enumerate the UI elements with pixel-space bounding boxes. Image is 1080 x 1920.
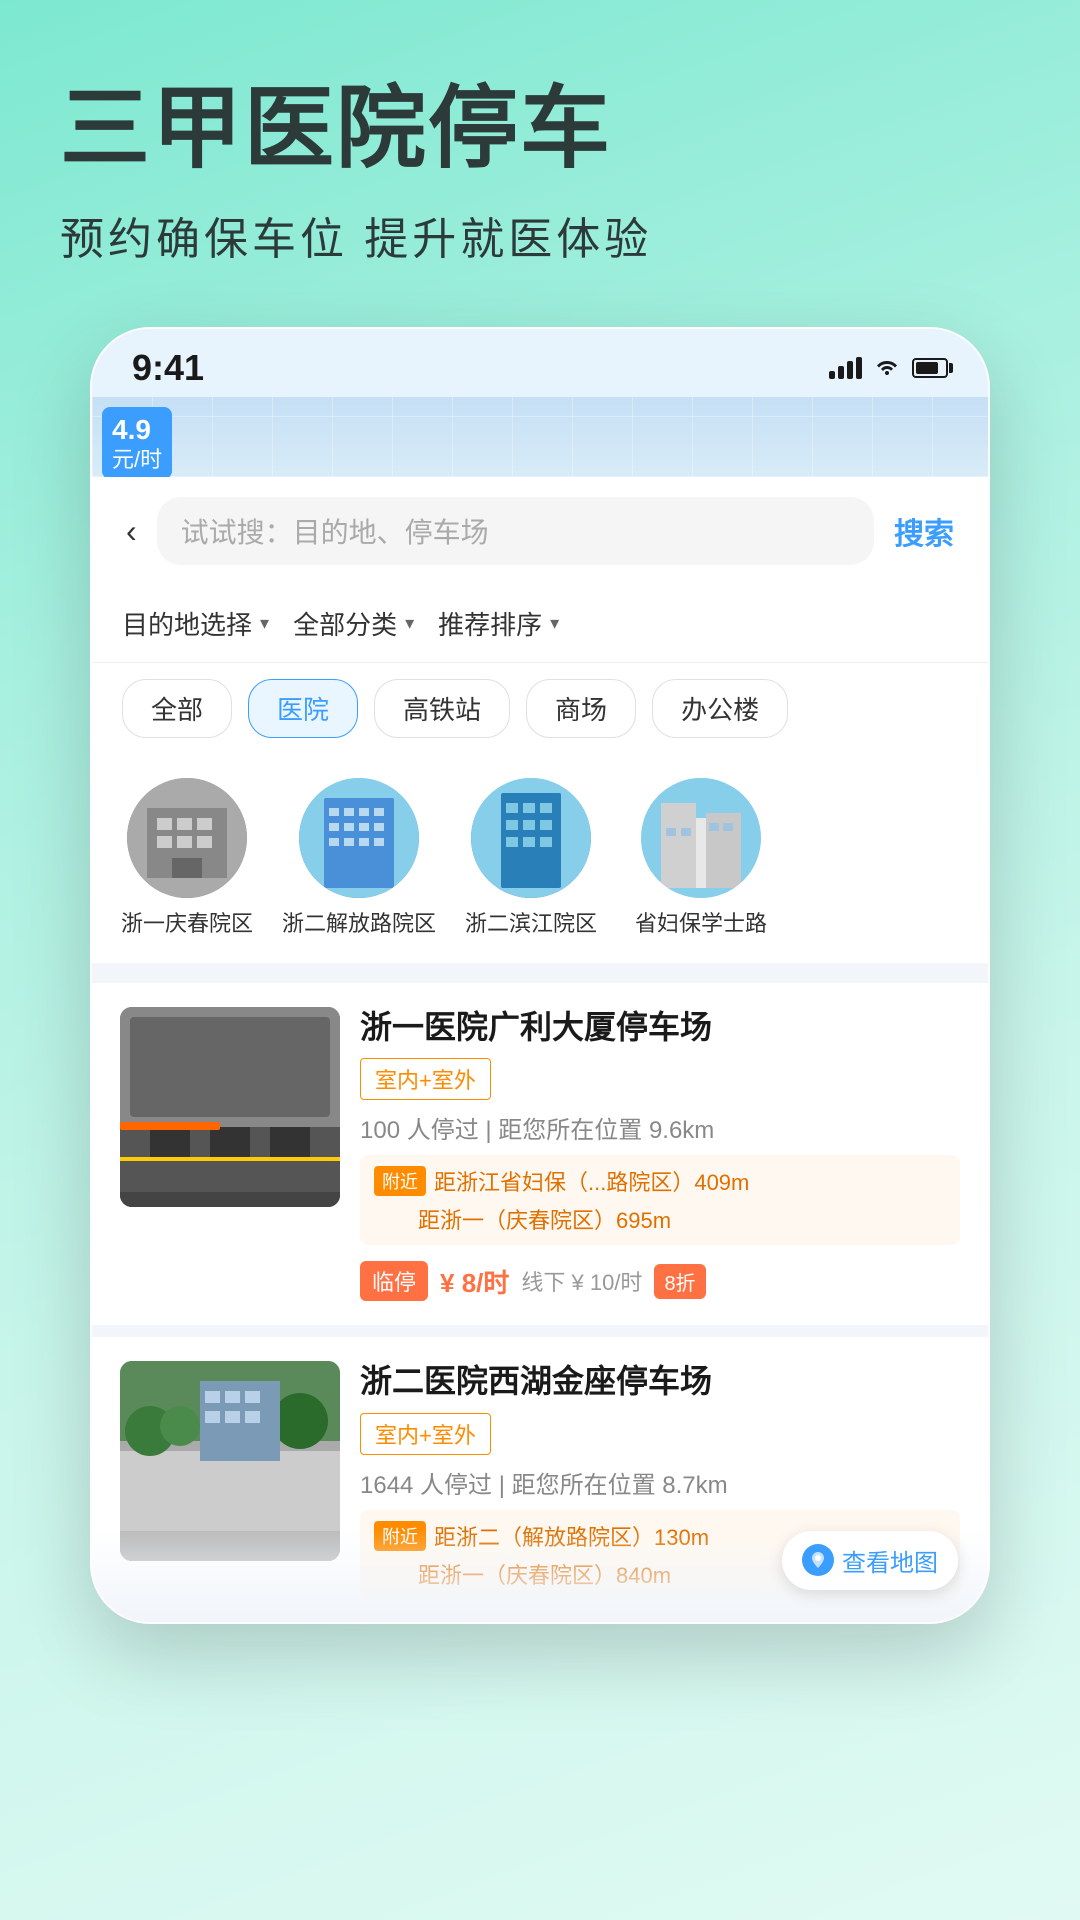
parking-card-1[interactable]: 浙一医院广利大厦停车场 室内+室外 100 人停过 | 距您所在位置 9.6km… [92,983,988,1326]
dropdown-icon: ▾ [405,613,414,634]
parking-card-2[interactable]: 浙二医院西湖金座停车场 室内+室外 1644 人停过 | 距您所在位置 8.7k… [92,1337,988,1610]
dropdown-icon: ▾ [550,613,559,634]
hospital-item[interactable]: 省妇保学士路 [626,778,776,939]
hospital-image [641,778,761,898]
hospital-name: 浙一庆春院区 [121,910,253,939]
map-view-label: 查看地图 [842,1543,938,1578]
hero-title: 三甲医院停车 [60,80,1020,179]
search-bar[interactable]: ‹ 试试搜：目的地、停车场 搜索 [92,477,988,585]
search-placeholder: 试试搜：目的地、停车场 [181,511,489,551]
category-row: 全部 医院 高铁站 商场 办公楼 [92,663,988,758]
nearby-text-4: 距浙一（庆春院区）840m [418,1558,671,1590]
status-bar: 9:41 [92,329,988,397]
nearby-text-2: 距浙一（庆春院区）695m [418,1203,671,1235]
nearby-text-3: 距浙二（解放路院区）130m [434,1520,709,1552]
parking-tag: 室内+室外 [360,1058,491,1100]
back-button[interactable]: ‹ [122,509,141,554]
hospital-image [471,778,591,898]
hospital-item[interactable]: 浙二解放路院区 [282,778,436,939]
parking-image-1 [120,1007,340,1207]
battery-icon [912,358,948,378]
map-view-button[interactable]: 查看地图 [782,1531,958,1590]
category-all[interactable]: 全部 [122,679,232,738]
nearby-box-1: 附近 距浙江省妇保（...路院区）409m 距浙一（庆春院区）695m [360,1155,960,1245]
hospital-item[interactable]: 浙一庆春院区 [112,778,262,939]
status-time: 9:41 [132,347,204,389]
map-strip: 4.9 元/时 [92,397,988,477]
filter-sort[interactable]: 推荐排序 ▾ [438,605,559,642]
hospital-image [299,778,419,898]
hospital-circles: 浙一庆春院区 [92,758,988,971]
hospital-image [127,778,247,898]
search-button[interactable]: 搜索 [890,501,958,561]
parking-title-2: 浙二医院西湖金座停车场 [360,1361,960,1403]
status-icons [829,354,948,382]
phone-mockup: 9:41 4.9 元/时 ‹ [0,307,1080,1624]
parking-stats-2: 1644 人停过 | 距您所在位置 8.7km [360,1465,960,1500]
category-hospital[interactable]: 医院 [248,679,358,738]
signal-icon [829,357,862,379]
price-row-1: 临停 ¥ 8/时 线下 ¥ 10/时 8折 [360,1261,960,1301]
search-input[interactable]: 试试搜：目的地、停车场 [157,497,874,565]
nearby-badge: 附近 [374,1166,426,1196]
hospital-name: 浙二解放路院区 [282,910,436,939]
discount-badge: 8折 [654,1264,705,1299]
price-main: ¥ 8/时 [440,1263,509,1300]
nearby-badge-2: 附近 [374,1521,426,1551]
card-info-1: 浙一医院广利大厦停车场 室内+室外 100 人停过 | 距您所在位置 9.6km… [360,1007,960,1302]
dropdown-icon: ▾ [260,613,269,634]
map-view-icon [802,1544,834,1576]
parking-tag-2: 室内+室外 [360,1413,491,1455]
category-office[interactable]: 办公楼 [652,679,788,738]
category-mall[interactable]: 商场 [526,679,636,738]
hospital-name: 浙二滨江院区 [465,910,597,939]
parking-image-2 [120,1361,340,1561]
parking-stats-1: 100 人停过 | 距您所在位置 9.6km [360,1110,960,1145]
tag-row: 室内+室外 [360,1058,960,1100]
filter-row: 目的地选择 ▾ 全部分类 ▾ 推荐排序 ▾ [92,585,988,663]
tag-row-2: 室内+室外 [360,1413,960,1455]
hospital-name: 省妇保学士路 [635,910,767,939]
parking-title-1: 浙一医院广利大厦停车场 [360,1007,960,1049]
filter-category[interactable]: 全部分类 ▾ [293,605,414,642]
nearby-text-1: 距浙江省妇保（...路院区）409m [434,1165,749,1197]
filter-destination[interactable]: 目的地选择 ▾ [122,605,269,642]
category-train[interactable]: 高铁站 [374,679,510,738]
hospital-item[interactable]: 浙二滨江院区 [456,778,606,939]
hero-subtitle: 预约确保车位 提升就医体验 [60,203,1020,267]
price-offline: 线下 ¥ 10/时 [521,1265,642,1297]
temp-badge: 临停 [360,1261,428,1301]
wifi-icon [874,354,900,382]
hero-section: 三甲医院停车 预约确保车位 提升就医体验 [0,0,1080,307]
